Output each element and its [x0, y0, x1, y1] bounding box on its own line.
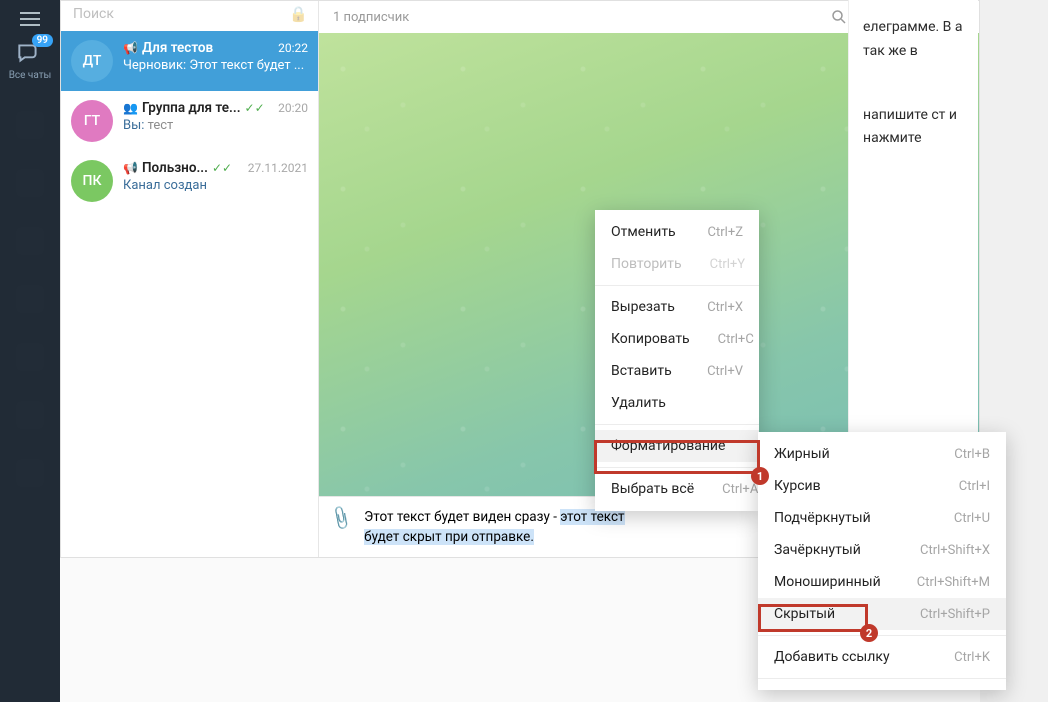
chat-item[interactable]: ДТ 📢 Для тестов 20:22 Черновик: Этот тек…: [61, 31, 318, 91]
group-icon: 👥: [123, 101, 138, 115]
chat-item[interactable]: ГТ 👥 Группа для те... ✓✓ 20:20 Вы: тест: [61, 91, 318, 151]
format-bold[interactable]: ЖирныйCtrl+B: [758, 438, 1006, 470]
menu-undo[interactable]: ОтменитьCtrl+Z: [595, 216, 759, 248]
menu-formatting[interactable]: Форматирование▶: [595, 430, 759, 462]
chat-name: Группа для те...: [142, 100, 241, 116]
selected-text: будет скрыт при отправке.: [364, 529, 534, 545]
chat-item[interactable]: ПК 📢 Пользно... ✓✓ 27.11.2021 Канал созд…: [61, 151, 318, 211]
format-italic[interactable]: КурсивCtrl+I: [758, 470, 1006, 502]
chat-preview: Этот текст будет ...: [189, 58, 304, 73]
menu-redo: ПовторитьCtrl+Y: [595, 248, 759, 280]
all-chats-button[interactable]: 99: [15, 40, 45, 68]
chat-list: 🔒 ДТ 📢 Для тестов 20:22 Черновик: Этот т…: [61, 1, 319, 557]
channel-icon: 📢: [123, 161, 138, 175]
menu-paste[interactable]: ВставитьCtrl+V: [595, 355, 759, 387]
subscriber-count: 1 подписчик: [329, 10, 409, 25]
menu-delete[interactable]: Удалить: [595, 387, 759, 419]
format-mono[interactable]: МоноширинныйCtrl+Shift+M: [758, 566, 1006, 598]
draft-prefix: Черновик:: [123, 58, 186, 73]
chat-time: 20:22: [278, 41, 308, 55]
you-prefix: Вы:: [123, 118, 144, 133]
search-bar[interactable]: 🔒: [61, 1, 318, 31]
chat-time: 27.11.2021: [248, 161, 308, 175]
read-check-icon: ✓✓: [212, 161, 232, 175]
all-chats-label: Все чаты: [9, 70, 52, 81]
lock-icon[interactable]: 🔒: [289, 5, 308, 23]
annotation-number: 2: [860, 624, 878, 642]
menu-select-all[interactable]: Выбрать всёCtrl+A: [595, 473, 759, 505]
channel-icon: 📢: [123, 41, 138, 55]
avatar: ДТ: [71, 40, 113, 82]
chat-time: 20:20: [278, 101, 308, 115]
search-icon[interactable]: [830, 8, 848, 26]
format-underline[interactable]: ПодчёркнутыйCtrl+U: [758, 502, 1006, 534]
menu-icon[interactable]: [20, 18, 40, 20]
menu-copy[interactable]: КопироватьCtrl+C: [595, 323, 759, 355]
format-strike[interactable]: ЗачёркнутыйCtrl+Shift+X: [758, 534, 1006, 566]
avatar: ПК: [71, 160, 113, 202]
chat-name: Пользно...: [142, 160, 208, 176]
menu-cut[interactable]: ВырезатьCtrl+X: [595, 291, 759, 323]
context-menu: ОтменитьCtrl+Z ПовторитьCtrl+Y ВырезатьC…: [595, 210, 759, 511]
unread-badge: 99: [32, 34, 53, 47]
avatar: ГТ: [71, 100, 113, 142]
chat-name: Для тестов: [142, 40, 213, 56]
annotation-number: 1: [751, 467, 769, 485]
formatting-submenu: ЖирныйCtrl+B КурсивCtrl+I ПодчёркнутыйCt…: [758, 432, 1006, 690]
read-check-icon: ✓✓: [245, 101, 265, 115]
attach-icon[interactable]: 📎: [327, 503, 356, 533]
search-input[interactable]: [73, 6, 289, 22]
chat-preview: Канал создан: [123, 178, 207, 193]
format-link[interactable]: Добавить ссылкуCtrl+K: [758, 641, 1006, 673]
format-spoiler[interactable]: СкрытыйCtrl+Shift+P: [758, 598, 1006, 630]
app-rail: 99 Все чаты: [0, 0, 60, 702]
chat-preview: тест: [148, 118, 174, 133]
